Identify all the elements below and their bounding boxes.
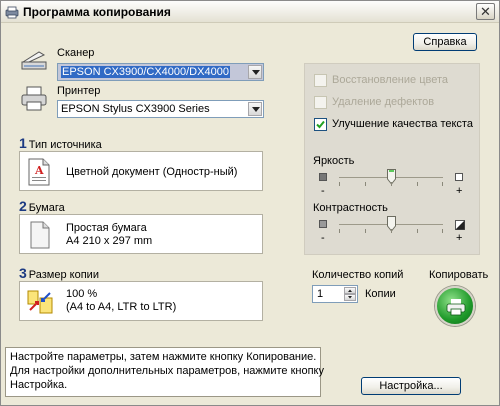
- contrast-plus-label: +: [456, 232, 463, 244]
- title-bar: Программа копирования ✕: [1, 1, 499, 23]
- source-type-heading: 1 Тип источника: [19, 135, 102, 151]
- brightness-light-icon: [455, 173, 463, 181]
- scanner-icon: [21, 51, 47, 70]
- source-type-panel[interactable]: A Цветной документ (Одностр-ный): [19, 151, 263, 191]
- window-title: Программа копирования: [23, 5, 171, 19]
- close-icon: ✕: [480, 4, 491, 19]
- step-number: 3: [19, 265, 27, 281]
- copies-label: Количество копий: [312, 269, 404, 281]
- image-options-panel: Восстановление цвета Удаление дефектов У…: [304, 63, 480, 255]
- brightness-plus-label: +: [456, 185, 463, 197]
- chevron-down-icon[interactable]: [248, 65, 262, 79]
- contrast-low-icon: [319, 220, 327, 228]
- stepper-down-icon[interactable]: [344, 294, 356, 301]
- status-message-box: Настройте параметры, затем нажмите кнопк…: [5, 347, 324, 397]
- copies-unit-label: Копии: [365, 288, 396, 300]
- tick: [442, 182, 443, 186]
- brightness-label: Яркость: [313, 155, 355, 167]
- copy-size-detail: (A4 to A4, LTR to LTR): [66, 301, 177, 313]
- resize-icon: [27, 290, 53, 314]
- paper-icon: [30, 221, 50, 249]
- copy-utility-window: Программа копирования ✕ Справка Сканер E…: [0, 0, 500, 406]
- tick: [339, 229, 340, 233]
- step-number: 1: [19, 135, 27, 151]
- tick: [365, 182, 366, 186]
- brightness-dark-icon: [319, 173, 327, 181]
- checkmark-icon: [316, 120, 325, 129]
- dust-removal-checkbox[interactable]: [314, 96, 327, 109]
- copies-value: 1: [317, 288, 324, 300]
- scanner-select[interactable]: EPSON CX3900/CX4000/DX4000: [57, 63, 264, 81]
- tick: [417, 182, 418, 186]
- tick: [365, 229, 366, 233]
- tick: [442, 229, 443, 233]
- dust-removal-label: Удаление дефектов: [332, 96, 435, 108]
- source-type-value: Цветной документ (Одностр-ный): [66, 166, 238, 178]
- settings-button[interactable]: Настройка...: [361, 377, 461, 395]
- paper-type: Простая бумага: [66, 222, 147, 234]
- copy-app-icon: [5, 6, 19, 19]
- printer-select[interactable]: EPSON Stylus CX3900 Series: [57, 100, 264, 118]
- stepper-up-icon[interactable]: [344, 287, 356, 294]
- copy-size-percent: 100 %: [66, 288, 98, 300]
- chevron-down-icon[interactable]: [248, 102, 262, 116]
- brightness-minus-label: -: [321, 185, 325, 197]
- status-line: Настройте параметры, затем нажмите кнопк…: [10, 351, 317, 363]
- scanner-value: EPSON CX3900/CX4000/DX4000: [61, 66, 230, 78]
- copy-size-heading: 3 Размер копии: [19, 265, 99, 281]
- color-restore-checkbox[interactable]: [314, 74, 327, 87]
- step-number: 2: [19, 198, 27, 214]
- copy-button-label: Копировать: [429, 269, 489, 281]
- tick: [417, 229, 418, 233]
- status-line: Для настройки дополнительных параметров,…: [10, 365, 324, 377]
- printer-value: EPSON Stylus CX3900 Series: [61, 103, 210, 115]
- tick: [391, 229, 392, 233]
- close-button[interactable]: ✕: [476, 3, 495, 20]
- svg-text:A: A: [34, 164, 44, 177]
- tick: [391, 182, 392, 186]
- paper-heading: 2 Бумага: [19, 198, 65, 214]
- help-button[interactable]: Справка: [413, 33, 477, 51]
- copy-button[interactable]: [435, 286, 475, 326]
- contrast-high-icon: [455, 220, 465, 230]
- contrast-label: Контрастность: [313, 202, 388, 214]
- copy-size-panel[interactable]: 100 % (A4 to A4, LTR to LTR): [19, 281, 263, 321]
- text-enhance-checkbox[interactable]: [314, 118, 327, 131]
- paper-size: A4 210 x 297 mm: [66, 235, 153, 247]
- color-document-icon: A: [28, 158, 50, 186]
- color-restore-label: Восстановление цвета: [332, 74, 449, 86]
- copy-printer-icon: [446, 299, 466, 316]
- text-enhance-label: Улучшение качества текста: [332, 118, 473, 130]
- printer-icon: [21, 86, 47, 111]
- tick: [339, 182, 340, 186]
- scanner-label: Сканер: [57, 47, 95, 59]
- copies-stepper[interactable]: 1: [312, 285, 358, 303]
- contrast-minus-label: -: [321, 232, 325, 244]
- status-line: Настройка.: [10, 379, 68, 391]
- printer-label: Принтер: [57, 85, 101, 97]
- paper-panel[interactable]: Простая бумага A4 210 x 297 mm: [19, 214, 263, 254]
